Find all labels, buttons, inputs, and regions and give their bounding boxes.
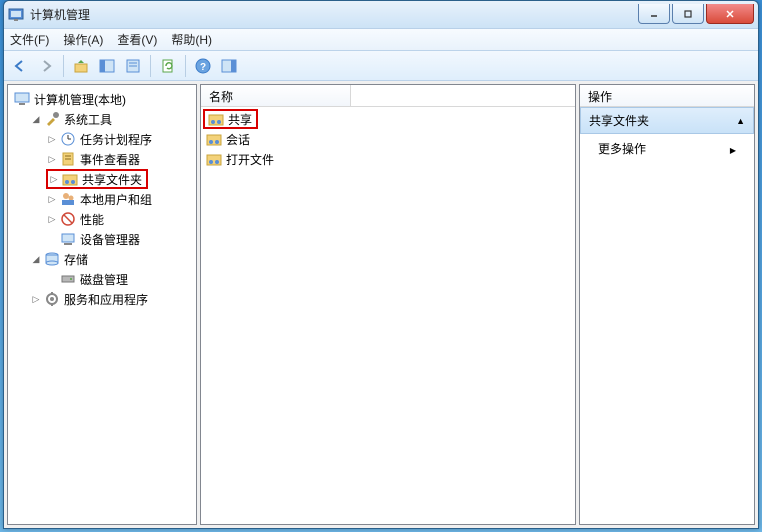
help-button[interactable]: ? — [191, 54, 215, 78]
storage-icon — [44, 251, 60, 267]
tree-task-scheduler[interactable]: ▷ 任务计划程序 — [46, 129, 194, 149]
collapse-section-icon[interactable]: ▲ — [736, 116, 745, 126]
tree-label: 本地用户和组 — [78, 191, 154, 208]
show-hide-action-pane-button[interactable] — [217, 54, 241, 78]
toolbar-separator — [150, 55, 151, 77]
expand-icon[interactable]: ▷ — [46, 213, 58, 225]
tree-storage[interactable]: ◢ 存储 — [30, 249, 194, 269]
list-item-sessions[interactable]: 会话 — [203, 129, 573, 149]
maximize-button[interactable] — [672, 4, 704, 24]
back-button[interactable] — [8, 54, 32, 78]
toolbar: ? — [4, 51, 758, 81]
refresh-button[interactable] — [156, 54, 180, 78]
menu-bar: 文件(F) 操作(A) 查看(V) 帮助(H) — [4, 29, 758, 51]
actions-section-label: 共享文件夹 — [589, 112, 649, 129]
menu-file[interactable]: 文件(F) — [10, 31, 49, 48]
services-icon — [44, 291, 60, 307]
collapse-icon[interactable]: ◢ — [30, 113, 42, 125]
actions-pane: 操作 共享文件夹 ▲ 更多操作 — [579, 84, 755, 525]
tree-label: 磁盘管理 — [78, 271, 130, 288]
app-window: 计算机管理 文件(F) 操作(A) 查看(V) 帮助(H) ? 计算机 — [3, 0, 759, 529]
shared-folder-icon — [206, 151, 222, 167]
list-header: 名称 — [201, 85, 575, 107]
tree-label: 存储 — [62, 251, 90, 268]
shared-folder-icon — [62, 171, 78, 187]
performance-icon — [60, 211, 76, 227]
tree-shared-folders[interactable]: ▷ 共享文件夹 — [46, 169, 148, 189]
list-item-label: 共享 — [228, 111, 252, 128]
content-area: 计算机管理(本地) ◢ 系统工具 ▷ 任务计划程序 ▷ 事件查看器 — [4, 81, 758, 528]
actions-header: 操作 — [580, 85, 754, 107]
list-item-shares[interactable]: 共享 — [203, 109, 258, 129]
tree-label: 设备管理器 — [78, 231, 142, 248]
expand-icon[interactable]: ▷ — [46, 153, 58, 165]
up-button[interactable] — [69, 54, 93, 78]
list-pane[interactable]: 名称 共享 会话 打开文件 — [200, 84, 576, 525]
tree-label: 服务和应用程序 — [62, 291, 150, 308]
window-controls — [638, 4, 754, 24]
tree-label: 性能 — [78, 211, 106, 228]
tree-label: 共享文件夹 — [80, 171, 144, 188]
clock-icon — [60, 131, 76, 147]
svg-text:?: ? — [200, 62, 206, 73]
app-icon — [8, 7, 24, 23]
tree-services-apps[interactable]: ▷ 服务和应用程序 — [30, 289, 194, 309]
list-body: 共享 会话 打开文件 — [201, 107, 575, 524]
expand-icon[interactable]: ▷ — [48, 173, 60, 185]
menu-view[interactable]: 查看(V) — [117, 31, 157, 48]
submenu-arrow-icon — [730, 142, 736, 156]
collapse-icon[interactable]: ◢ — [30, 253, 42, 265]
tree-root[interactable]: 计算机管理(本地) — [14, 89, 194, 109]
shared-folder-icon — [206, 131, 222, 147]
forward-button[interactable] — [34, 54, 58, 78]
list-item-label: 会话 — [226, 131, 250, 148]
tree-label: 任务计划程序 — [78, 131, 154, 148]
toolbar-separator — [63, 55, 64, 77]
expand-icon[interactable]: ▷ — [30, 293, 42, 305]
device-icon — [60, 231, 76, 247]
expand-icon[interactable]: ▷ — [46, 133, 58, 145]
tree-disk-management[interactable]: ▷ 磁盘管理 — [46, 269, 194, 289]
column-name[interactable]: 名称 — [201, 85, 351, 106]
tree-pane[interactable]: 计算机管理(本地) ◢ 系统工具 ▷ 任务计划程序 ▷ 事件查看器 — [7, 84, 197, 525]
window-title: 计算机管理 — [30, 6, 638, 23]
close-button[interactable] — [706, 4, 754, 24]
tree-performance[interactable]: ▷ 性能 — [46, 209, 194, 229]
tree-system-tools[interactable]: ◢ 系统工具 — [30, 109, 194, 129]
tree-label: 事件查看器 — [78, 151, 142, 168]
expand-icon[interactable]: ▷ — [46, 193, 58, 205]
tools-icon — [44, 111, 60, 127]
menu-action[interactable]: 操作(A) — [63, 31, 103, 48]
title-bar[interactable]: 计算机管理 — [4, 1, 758, 29]
actions-section-title[interactable]: 共享文件夹 ▲ — [580, 107, 754, 134]
tree-event-viewer[interactable]: ▷ 事件查看器 — [46, 149, 194, 169]
event-icon — [60, 151, 76, 167]
computer-icon — [14, 91, 30, 107]
actions-more[interactable]: 更多操作 — [580, 134, 754, 163]
show-hide-tree-button[interactable] — [95, 54, 119, 78]
menu-help[interactable]: 帮助(H) — [171, 31, 212, 48]
users-icon — [60, 191, 76, 207]
toolbar-separator — [185, 55, 186, 77]
actions-more-label: 更多操作 — [598, 140, 646, 157]
list-item-open-files[interactable]: 打开文件 — [203, 149, 573, 169]
tree-label: 系统工具 — [62, 111, 114, 128]
tree-local-users[interactable]: ▷ 本地用户和组 — [46, 189, 194, 209]
disk-icon — [60, 271, 76, 287]
tree-label: 计算机管理(本地) — [32, 91, 128, 108]
list-item-label: 打开文件 — [226, 151, 274, 168]
shared-folder-icon — [208, 111, 224, 127]
tree-device-manager[interactable]: ▷ 设备管理器 — [46, 229, 194, 249]
properties-button[interactable] — [121, 54, 145, 78]
minimize-button[interactable] — [638, 4, 670, 24]
